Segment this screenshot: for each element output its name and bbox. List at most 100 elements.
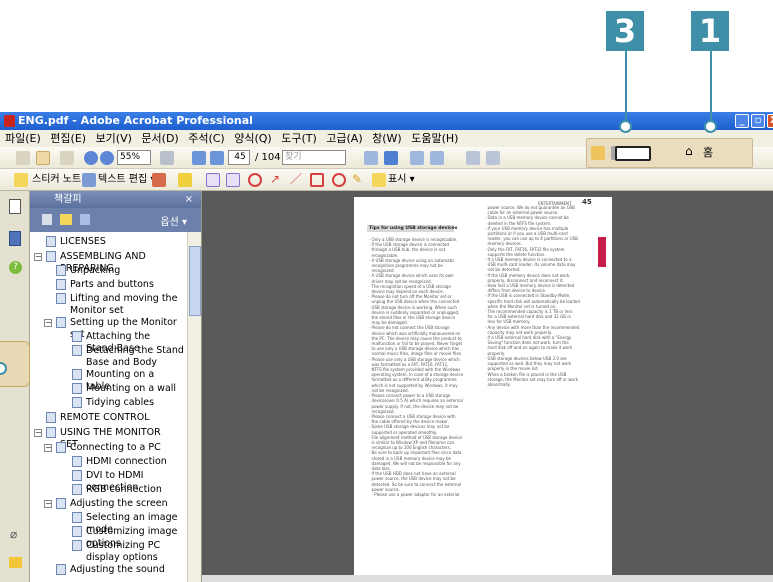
attachments-icon[interactable]: ⌀ [10,527,17,541]
sticky-note-button[interactable]: 스티커 노트 [32,172,81,188]
menu-view[interactable]: 보기(V) [96,132,132,145]
restore-button[interactable]: ▫ [751,114,765,128]
previous-page-icon[interactable] [192,151,206,165]
bookmarks-scrollbar[interactable] [187,232,201,582]
bookmark-item[interactable]: Tidying cables [72,397,180,409]
collapse-toggle-icon[interactable]: − [44,319,52,327]
home-icon[interactable]: ⌂ [685,144,699,158]
menu-file[interactable]: 파일(E) [5,132,41,145]
pages-panel-icon[interactable] [9,199,21,214]
collapse-toggle-icon[interactable]: − [34,429,42,437]
bookmark-item[interactable]: Detaching the Stand Base and Body [72,345,194,369]
bookmark-label: Tidying cables [86,397,155,408]
snapshot-icon[interactable] [160,151,174,165]
bookmark-label: RGB connection [86,484,162,495]
page-number-field[interactable]: 45 [228,150,250,165]
hand-tool-icon[interactable] [36,151,50,165]
acrobat-app-icon [4,115,15,127]
text-box-icon[interactable] [226,173,240,187]
callout-1: 1 [691,11,729,51]
screenshot-root: { "callouts": ["3","1"], "window": { "ti… [0,0,773,582]
menu-window[interactable]: 창(W) [372,132,402,145]
show-comments-button[interactable]: 표시 ▾ [388,172,415,188]
expand-bookmark-icon[interactable] [80,214,90,225]
open-folder-icon[interactable] [591,146,605,160]
bookmark-item[interactable]: HDMI connection [72,456,180,468]
bookmark-item[interactable]: Adjusting the screen − [44,498,180,510]
bookmarks-toolbar: 옵션 ▾ [30,208,201,232]
bookmark-options-menu[interactable]: 옵션 ▾ [160,213,187,228]
menu-edit[interactable]: 편집(E) [50,132,86,145]
arrow-tool-icon[interactable]: ↗ [270,173,284,187]
sticky-note-icon[interactable] [14,173,28,187]
two-page-icon[interactable] [410,151,424,165]
window-title: ENG.pdf - Adobe Acrobat Professional [18,114,253,127]
collapse-toggle-icon[interactable]: − [44,444,52,452]
oval-tool-icon[interactable] [332,173,346,187]
close-panel-icon[interactable]: × [185,191,193,208]
zoom-out-icon[interactable] [84,151,98,165]
close-button[interactable]: X [767,114,773,128]
typewriter-icon[interactable] [486,151,500,165]
bookmark-item[interactable]: REMOTE CONTROL [46,412,180,424]
single-page-icon[interactable] [364,151,378,165]
minimize-button[interactable]: _ [735,114,749,128]
bookmark-item[interactable]: Connecting to a PC − [44,442,180,454]
line-tool-icon[interactable]: ／ [290,173,304,187]
new-bookmark-icon[interactable] [60,214,72,225]
delete-bookmark-icon[interactable] [42,214,52,225]
bookmark-item[interactable]: Mounting on a wall [72,383,180,395]
menu-document[interactable]: 문서(D) [141,132,178,145]
select-tool-icon[interactable] [16,151,30,165]
bookmark-item[interactable]: Unpacking [56,265,180,277]
two-page-continuous-icon[interactable] [430,151,444,165]
bookmark-label: Customizing PC display options [86,540,161,563]
menu-help[interactable]: 도움말(H) [411,132,458,145]
bookmark-icon [46,251,56,262]
zoom-in-icon[interactable] [100,151,114,165]
bookmark-item[interactable]: Customizing PC display options [72,540,194,564]
navigation-pane-strip: ? ⌀ [0,191,30,582]
highlight-icon[interactable] [178,173,192,187]
zoom-level-field[interactable]: 55% [117,150,151,165]
callout-3-marker [619,120,632,133]
bookmark-label: Mounting on a wall [86,383,177,394]
bookmark-item[interactable]: Parts and buttons [56,279,180,291]
text-edit-icon[interactable] [82,173,96,187]
show-comments-icon[interactable] [372,173,386,187]
bookmark-icon [72,470,82,481]
stamp-icon[interactable] [152,173,166,187]
bookmark-item[interactable]: RGB connection [72,484,180,496]
bookmark-item[interactable]: LICENSES [46,236,180,248]
scroll-thumb[interactable] [189,246,201,316]
bookmarks-panel-icon[interactable] [9,231,21,246]
help-icon[interactable]: ? [9,261,22,274]
continuous-page-icon[interactable] [384,151,398,165]
highlighted-toolbar-panel: ⌂ 홈 [586,138,753,168]
menu-tools[interactable]: 도구(T) [281,132,317,145]
text-edit-button[interactable]: 텍스트 편집 ▾ [98,172,155,188]
previous-view-button[interactable] [615,146,651,161]
callout-3-line [625,51,627,126]
select-text-icon[interactable] [466,151,480,165]
document-horizontal-scrollbar[interactable] [202,575,773,582]
bookmark-tree: LICENSES ASSEMBLING AND PREPARING − Unpacki… [30,232,201,582]
rectangle-tool-icon[interactable] [310,173,324,187]
cloud-tool-icon[interactable] [248,173,262,187]
home-label[interactable]: 홈 [703,145,713,161]
menu-advanced[interactable]: 고급(A) [326,132,362,145]
bookmark-item[interactable]: Lifting and moving the Monitor set [56,293,190,317]
menu-comments[interactable]: 주석(C) [188,132,225,145]
bookmark-item[interactable]: Adjusting the sound [56,564,180,576]
next-page-icon[interactable] [210,151,224,165]
callout-tool-icon[interactable] [206,173,220,187]
zoom-tool-icon[interactable] [60,151,74,165]
collapse-toggle-icon[interactable]: − [44,500,52,508]
bookmark-icon [72,345,82,356]
menu-forms[interactable]: 양식(Q) [234,132,271,145]
pencil-tool-icon[interactable]: ✎ [352,173,366,187]
find-field[interactable]: 찾기 [282,150,346,165]
comments-panel-icon[interactable] [9,557,22,568]
collapse-toggle-icon[interactable]: − [34,253,42,261]
bookmark-icon [72,526,82,537]
